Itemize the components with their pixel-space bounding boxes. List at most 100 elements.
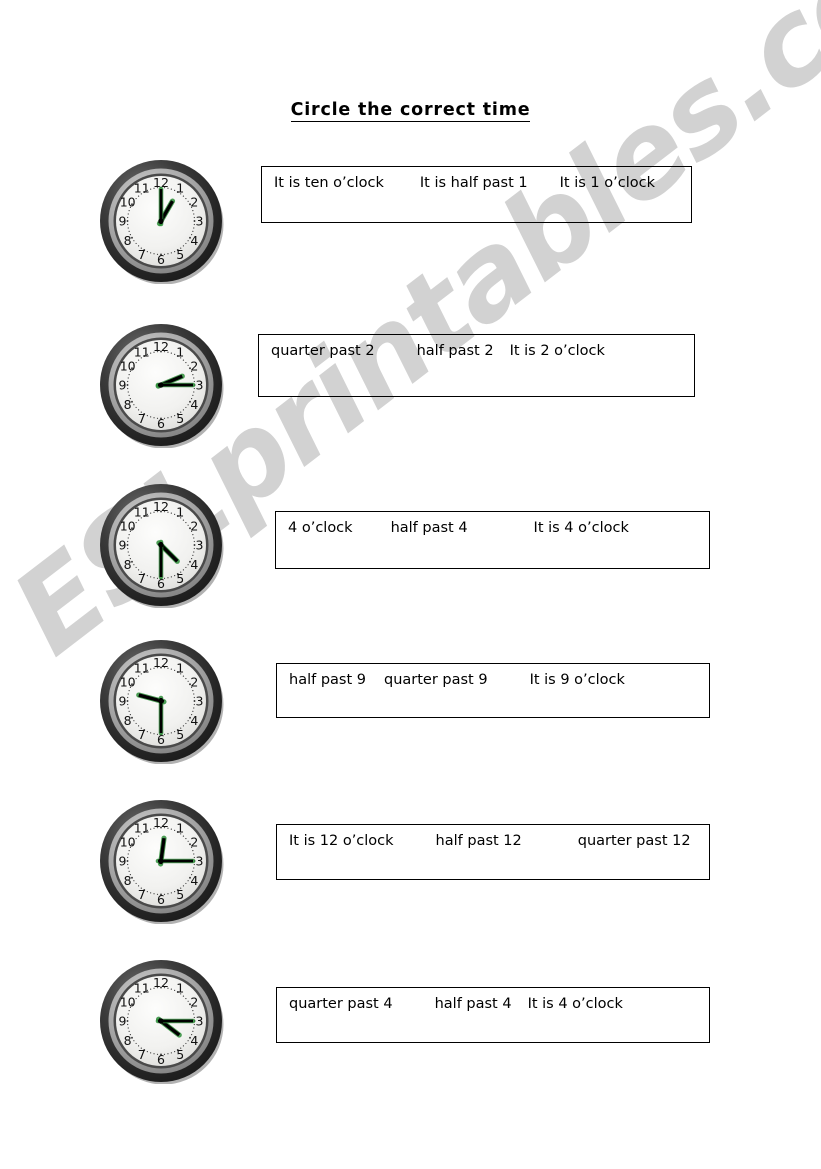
clock-numeral: 9 (119, 214, 127, 229)
clock-numeral: 8 (124, 233, 132, 248)
clock-numeral: 7 (138, 247, 146, 262)
clock-numeral: 6 (157, 416, 165, 431)
answer-option[interactable]: 4 o’clock (288, 520, 353, 537)
page-title-text: Circle the correct time (290, 100, 531, 122)
answer-option[interactable]: It is half past 1 (420, 175, 528, 192)
clock-numeral: 4 (190, 233, 198, 248)
clock-numeral: 4 (190, 1033, 198, 1048)
clock-numeral: 2 (190, 518, 198, 533)
clock-numeral: 9 (119, 694, 127, 709)
answer-option[interactable]: quarter past 4 (289, 996, 393, 1013)
clock-numeral: 1 (176, 660, 184, 675)
analog-clock-face: 12 1 2 3 4 5 6 7 8 9 10 11 (98, 638, 224, 764)
clock-numeral: 2 (190, 994, 198, 1009)
clock-numeral: 11 (134, 980, 150, 995)
answer-option[interactable]: It is 12 o’clock (289, 833, 394, 850)
answer-options-list: quarter past 2 half past 2 It is 2 o’clock (259, 343, 694, 360)
clock-numeral: 2 (190, 358, 198, 373)
clock-numeral: 5 (176, 247, 184, 262)
analog-clock-face: 12 1 2 3 4 5 6 7 8 9 10 11 (98, 158, 224, 284)
clock-numeral: 5 (176, 727, 184, 742)
clock-numeral: 9 (119, 1014, 127, 1029)
answer-option[interactable]: quarter past 12 (578, 833, 691, 850)
answer-option[interactable]: half past 9 (289, 672, 366, 689)
answer-options-box: quarter past 4 half past 4 It is 4 o’clock (276, 987, 710, 1043)
clock-numeral: 1 (176, 980, 184, 995)
clock-numeral: 9 (119, 538, 127, 553)
clock-numeral: 4 (190, 873, 198, 888)
clock-numeral: 10 (120, 358, 136, 373)
clock-numeral: 1 (176, 820, 184, 835)
clock-1: 12 1 2 3 4 5 6 7 8 9 10 11 (98, 158, 224, 284)
answer-options-box: half past 9 quarter past 9 It is 9 o’clock (276, 663, 710, 718)
clock-numeral: 3 (196, 378, 204, 393)
clock-numeral: 11 (134, 660, 150, 675)
answer-option[interactable]: It is 4 o’clock (528, 996, 623, 1013)
answer-options-list: half past 9 quarter past 9 It is 9 o’clock (277, 672, 709, 689)
clock-numeral: 4 (190, 557, 198, 572)
clock-numeral: 5 (176, 571, 184, 586)
clock-numeral: 3 (196, 1014, 204, 1029)
clock-numeral: 3 (196, 694, 204, 709)
answer-option[interactable]: It is 4 o’clock (534, 520, 629, 537)
analog-clock-face: 12 1 2 3 4 5 6 7 8 9 10 11 (98, 798, 224, 924)
analog-clock-face: 12 1 2 3 4 5 6 7 8 9 10 11 (98, 958, 224, 1084)
clock-numeral: 1 (176, 504, 184, 519)
clock-numeral: 8 (124, 873, 132, 888)
answer-options-list: quarter past 4 half past 4 It is 4 o’clock (277, 996, 709, 1013)
answer-option[interactable]: It is 1 o’clock (560, 175, 655, 192)
answer-option[interactable]: half past 12 (436, 833, 522, 850)
clock-numeral: 11 (134, 180, 150, 195)
clock-numeral: 2 (190, 194, 198, 209)
clock-numeral: 6 (157, 1052, 165, 1067)
clock-numeral: 8 (124, 1033, 132, 1048)
clock-3: 12 1 2 3 4 5 6 7 8 9 10 11 (98, 482, 224, 608)
clock-4: 12 1 2 3 4 5 6 7 8 9 10 11 (98, 638, 224, 764)
clock-numeral: 5 (176, 411, 184, 426)
clock-numeral: 7 (138, 887, 146, 902)
page-title: Circle the correct time (0, 100, 821, 122)
answer-option[interactable]: half past 4 (391, 520, 468, 537)
clock-6: 12 1 2 3 4 5 6 7 8 9 10 11 (98, 958, 224, 1084)
clock-numeral: 11 (134, 820, 150, 835)
clock-numeral: 9 (119, 378, 127, 393)
clock-numeral: 3 (196, 538, 204, 553)
clock-numeral: 12 (153, 815, 169, 830)
answer-option[interactable]: quarter past 2 (271, 343, 375, 360)
clock-numeral: 10 (120, 194, 136, 209)
clock-numeral: 1 (176, 344, 184, 359)
clock-numeral: 7 (138, 571, 146, 586)
clock-numeral: 1 (176, 180, 184, 195)
clock-numeral: 10 (120, 674, 136, 689)
answer-options-box: It is ten o’clock It is half past 1 It is … (261, 166, 692, 223)
clock-numeral: 3 (196, 854, 204, 869)
answer-options-list: 4 o’clock half past 4 It is 4 o’clock (276, 520, 709, 537)
answer-option[interactable]: It is ten o’clock (274, 175, 384, 192)
clock-numeral: 10 (120, 834, 136, 849)
clock-numeral: 3 (196, 214, 204, 229)
analog-clock-face: 12 1 2 3 4 5 6 7 8 9 10 11 (98, 322, 224, 448)
clock-numeral: 6 (157, 252, 165, 267)
answer-option[interactable]: quarter past 9 (384, 672, 488, 689)
clock-numeral: 9 (119, 854, 127, 869)
answer-options-box: quarter past 2 half past 2 It is 2 o’clock (258, 334, 695, 397)
clock-numeral: 8 (124, 397, 132, 412)
clock-numeral: 5 (176, 1047, 184, 1062)
answer-option[interactable]: half past 2 (417, 343, 494, 360)
answer-option[interactable]: It is 9 o’clock (530, 672, 625, 689)
clock-numeral: 4 (190, 713, 198, 728)
answer-options-box: 4 o’clock half past 4 It is 4 o’clock (275, 511, 710, 569)
answer-option[interactable]: half past 4 (435, 996, 512, 1013)
answer-options-list: It is 12 o’clock half past 12 quarter past… (277, 833, 709, 850)
clock-5: 12 1 2 3 4 5 6 7 8 9 10 11 (98, 798, 224, 924)
clock-numeral: 10 (120, 994, 136, 1009)
clock-numeral: 12 (153, 975, 169, 990)
answer-option[interactable]: It is 2 o’clock (510, 343, 605, 360)
clock-numeral: 11 (134, 344, 150, 359)
clock-numeral: 7 (138, 1047, 146, 1062)
clock-numeral: 8 (124, 557, 132, 572)
clock-numeral: 5 (176, 887, 184, 902)
answer-options-list: It is ten o’clock It is half past 1 It is … (262, 175, 691, 192)
clock-numeral: 12 (153, 655, 169, 670)
clock-numeral: 8 (124, 713, 132, 728)
